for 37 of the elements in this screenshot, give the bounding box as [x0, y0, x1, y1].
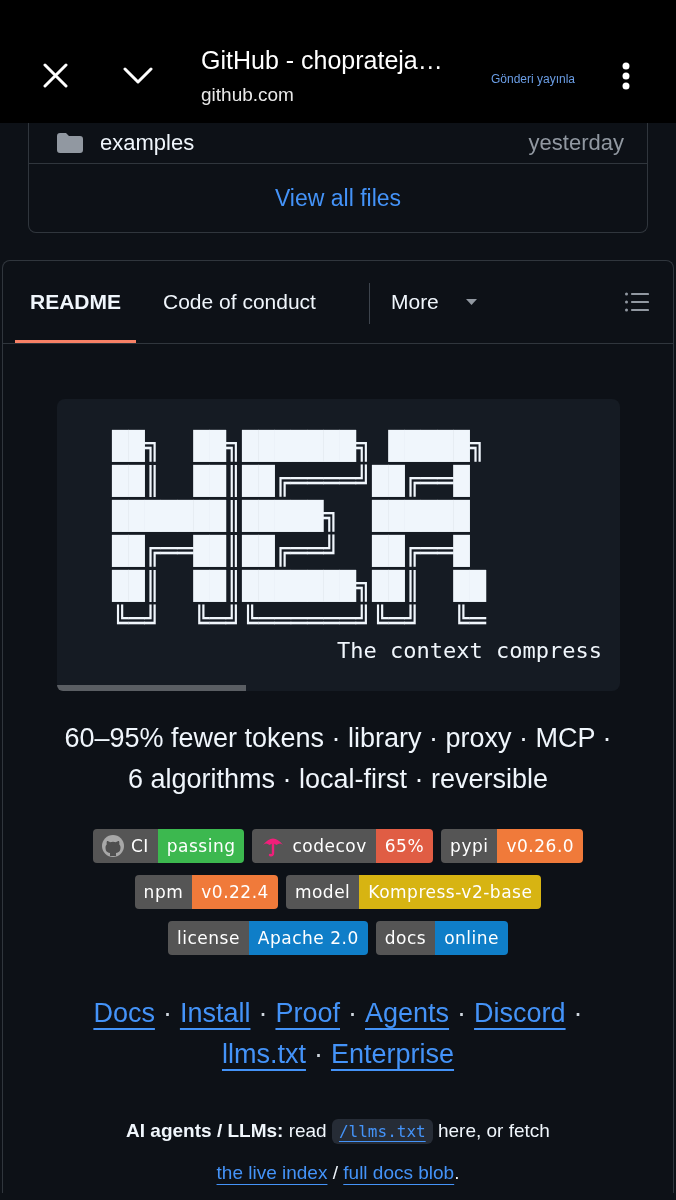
- readme-link[interactable]: llms.txt: [221, 1034, 306, 1075]
- cat-logo-icon: [101, 835, 124, 857]
- banner-tagline: The context compress: [337, 638, 603, 664]
- more-dropdown[interactable]: More: [390, 261, 477, 343]
- share-link[interactable]: Gönderi yayınla: [491, 71, 576, 86]
- readme-tab[interactable]: README: [15, 261, 136, 343]
- view-all-files-link[interactable]: View all files: [274, 184, 402, 212]
- readme-link[interactable]: Install: [179, 993, 251, 1034]
- scrollbar-thumb[interactable]: [57, 685, 246, 691]
- folder-link[interactable]: examples: [100, 130, 195, 156]
- separator-dot: ·: [573, 997, 583, 1030]
- readme-tab[interactable]: Code of conduct: [148, 261, 331, 343]
- readme-link[interactable]: Agents: [365, 993, 450, 1034]
- updated-time: yesterday: [528, 130, 624, 156]
- separator-dot: ·: [313, 1038, 323, 1071]
- separator-dot: ·: [258, 997, 268, 1030]
- inline-text-link[interactable]: full docs blob: [343, 1162, 455, 1183]
- separator-dot: ·: [348, 997, 357, 1030]
- inline-text-link[interactable]: the live index: [216, 1162, 328, 1183]
- agents-note: AI agents / LLMs: read /llms.txt here, or fetch the live index / full docs blob.: [125, 1118, 551, 1185]
- more-menu-icon[interactable]: [622, 61, 630, 90]
- folder-icon: [57, 133, 83, 153]
- readme-link[interactable]: Docs: [93, 993, 155, 1034]
- outline-list-icon[interactable]: [625, 292, 649, 312]
- chevron-down-icon[interactable]: [123, 67, 153, 84]
- ascii-art-title: ██╗ ██╗███████╗ █████╗ ██║ ██║██╔════╝██╔══█ ███████║█████╗ ██████ ██╔══██║██╔══╝ ██╔══█ ██║ ██║███████╗██║ ██ ╚═╝ ╚═╝╚══════╝╚═╝ ╚═: [112, 428, 488, 638]
- close-icon[interactable]: [43, 63, 68, 88]
- page-title: GitHub - choprateja…: [201, 44, 444, 75]
- readme-link[interactable]: Enterprise: [330, 1034, 455, 1075]
- separator-dot: ·: [162, 997, 172, 1030]
- project-description: 60–95% fewer tokens · library · proxy · MCP · 6 algorithms · local-first · reversible: [63, 722, 613, 796]
- readme-link[interactable]: Discord: [474, 993, 566, 1034]
- code-link[interactable]: /llms.txt: [331, 1119, 433, 1144]
- caret-down-icon: [465, 299, 477, 305]
- page-url: github.com: [201, 82, 295, 107]
- separator-dot: ·: [457, 997, 467, 1030]
- readme-link[interactable]: Proof: [275, 993, 340, 1034]
